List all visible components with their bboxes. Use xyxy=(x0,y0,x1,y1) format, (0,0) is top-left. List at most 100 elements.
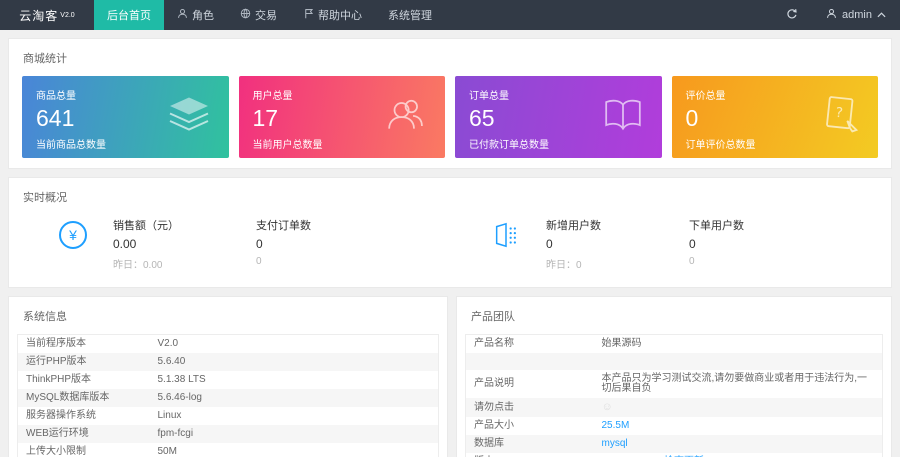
stat-label: 新增用户数 xyxy=(546,217,689,233)
section-title-product-team: 产品团队 xyxy=(471,308,883,324)
refresh-button[interactable] xyxy=(772,0,812,30)
row-label: 版本 xyxy=(466,453,594,457)
card-products-total[interactable]: 商品总量 641 当前商品总数量 xyxy=(22,76,229,158)
row-value xyxy=(594,353,883,370)
navbar-right: admin xyxy=(772,0,900,30)
row-label: 产品说明 xyxy=(466,370,594,398)
globe-icon xyxy=(240,8,251,22)
door-card-icon xyxy=(492,221,520,254)
stat-sub: 0 xyxy=(689,256,832,267)
hidden-face-icon[interactable]: ☺ xyxy=(602,401,613,413)
nav-item-system-settings[interactable]: 系统管理 xyxy=(375,0,445,30)
card-orders-total[interactable]: 订单总量 65 已付款订单总数量 xyxy=(455,76,662,158)
edit-question-icon: ? xyxy=(818,94,862,141)
app-logo: 云淘客V2.0 xyxy=(0,0,94,30)
stat-new-users: 新增用户数 0 昨日：0 xyxy=(546,217,689,271)
card-users-total[interactable]: 用户总量 17 当前用户总数量 xyxy=(239,76,446,158)
row-label: ThinkPHP版本 xyxy=(18,371,150,389)
nav-item-roles[interactable]: 角色 xyxy=(164,0,227,30)
row-value: fpm-fcgi xyxy=(150,425,439,443)
row-label: 上传大小限制 xyxy=(18,443,150,457)
product-team-table: 产品名称始果源码 产品说明本产品只为学习测试交流,请勿要做商业或者用于违法行为,… xyxy=(465,334,883,457)
bottom-panels: 系统信息 当前程序版本V2.0 运行PHP版本5.6.40 ThinkPHP版本… xyxy=(8,296,892,457)
row-value: 5.6.40 xyxy=(150,353,439,371)
layers-icon xyxy=(165,95,213,140)
admin-user-menu[interactable]: admin xyxy=(812,0,900,30)
row-label: 运行PHP版本 xyxy=(18,353,150,371)
mall-stats-panel: 商城统计 商品总量 641 当前商品总数量 用户总量 17 当前用户总数量 订单… xyxy=(8,38,892,169)
stat-cards-row: 商品总量 641 当前商品总数量 用户总量 17 当前用户总数量 订单总量 65… xyxy=(17,76,883,158)
row-label: 产品大小 xyxy=(466,417,594,435)
system-info-panel: 系统信息 当前程序版本V2.0 运行PHP版本5.6.40 ThinkPHP版本… xyxy=(8,296,448,457)
book-icon xyxy=(600,97,646,138)
row-label: 当前程序版本 xyxy=(18,335,150,354)
row-label: MySQL数据库版本 xyxy=(18,389,150,407)
stat-label: 销售额（元） xyxy=(113,217,256,233)
table-row: 请勿点击 ☺ xyxy=(466,398,883,417)
stat-value: 0 xyxy=(546,237,689,251)
user-icon xyxy=(826,8,837,22)
nav-item-label: 交易 xyxy=(255,7,277,23)
stat-value: 0.00 xyxy=(113,237,256,251)
section-title-mall-stats: 商城统计 xyxy=(23,50,883,66)
row-value: 本产品只为学习测试交流,请勿要做商业或者用于违法行为,一切后果自负 xyxy=(594,370,883,398)
app-version: V2.0 xyxy=(60,12,74,19)
table-row-empty xyxy=(466,353,883,370)
section-title-system-info: 系统信息 xyxy=(23,308,439,324)
user-icon xyxy=(177,8,188,22)
stat-paid-orders: 支付订单数 0 0 xyxy=(256,217,399,267)
row-label: 数据库 xyxy=(466,435,594,453)
stat-sub: 昨日：0.00 xyxy=(113,256,256,271)
table-row: 产品说明本产品只为学习测试交流,请勿要做商业或者用于违法行为,一切后果自负 xyxy=(466,370,883,398)
nav-item-help-center[interactable]: 帮助中心 xyxy=(290,0,375,30)
table-row: 上传大小限制50M xyxy=(18,443,439,457)
product-size-link[interactable]: 25.5M xyxy=(602,420,630,431)
nav-item-label: 后台首页 xyxy=(107,7,151,23)
flag-icon xyxy=(303,8,314,22)
stat-ordering-users: 下单用户数 0 0 xyxy=(689,217,832,267)
row-label: 服务器操作系统 xyxy=(18,407,150,425)
row-value: Linux xyxy=(150,407,439,425)
realtime-panel: 实时概况 ¥ 销售额（元） 0.00 昨日：0.00 支付订单数 0 0 新增用… xyxy=(8,177,892,288)
stat-label: 下单用户数 xyxy=(689,217,832,233)
card-reviews-total[interactable]: 评价总量 0 订单评价总数量 ? xyxy=(672,76,879,158)
row-label: 请勿点击 xyxy=(466,398,594,417)
row-value: 5.1.38 LTS xyxy=(150,371,439,389)
table-row: 服务器操作系统Linux xyxy=(18,407,439,425)
table-row: 运行PHP版本5.6.40 xyxy=(18,353,439,371)
table-row: 数据库 mysql xyxy=(466,435,883,453)
product-team-panel: 产品团队 产品名称始果源码 产品说明本产品只为学习测试交流,请勿要做商业或者用于… xyxy=(456,296,892,457)
system-info-table: 当前程序版本V2.0 运行PHP版本5.6.40 ThinkPHP版本5.1.3… xyxy=(17,334,439,457)
top-navbar: 云淘客V2.0 后台首页 角色 交易 帮助中心 系统管理 admin xyxy=(0,0,900,30)
realtime-group-users: 新增用户数 0 昨日：0 下单用户数 0 0 xyxy=(450,217,883,271)
table-row: 版本20100106检查更新 xyxy=(466,453,883,457)
app-logo-text: 云淘客 xyxy=(19,7,58,24)
realtime-row: ¥ 销售额（元） 0.00 昨日：0.00 支付订单数 0 0 新增用户数 0 … xyxy=(17,215,883,277)
users-icon xyxy=(383,96,429,139)
nav-item-label: 角色 xyxy=(192,7,214,23)
yen-circle-icon: ¥ xyxy=(59,221,87,249)
svg-text:?: ? xyxy=(835,105,844,122)
realtime-group-sales: ¥ 销售额（元） 0.00 昨日：0.00 支付订单数 0 0 xyxy=(17,217,450,271)
chevron-up-icon xyxy=(877,9,886,21)
table-row: 当前程序版本V2.0 xyxy=(18,335,439,354)
nav-item-home[interactable]: 后台首页 xyxy=(94,0,164,30)
nav-item-trade[interactable]: 交易 xyxy=(227,0,290,30)
card-sublabel: 已付款订单总数量 xyxy=(469,136,648,151)
stat-value: 0 xyxy=(689,237,832,251)
table-row: ThinkPHP版本5.1.38 LTS xyxy=(18,371,439,389)
stat-sales-amount: 销售额（元） 0.00 昨日：0.00 xyxy=(113,217,256,271)
section-title-realtime: 实时概况 xyxy=(23,189,883,205)
database-link[interactable]: mysql xyxy=(602,438,628,449)
table-row: MySQL数据库版本5.6.46-log xyxy=(18,389,439,407)
admin-username: admin xyxy=(842,9,872,21)
row-value: 始果源码 xyxy=(594,335,883,354)
stat-label: 支付订单数 xyxy=(256,217,399,233)
row-value: 5.6.46-log xyxy=(150,389,439,407)
stat-value: 0 xyxy=(256,237,399,251)
row-value: 50M xyxy=(150,443,439,457)
row-label: 产品名称 xyxy=(466,335,594,354)
row-label xyxy=(466,353,594,370)
table-row: WEB运行环境fpm-fcgi xyxy=(18,425,439,443)
table-row: 产品名称始果源码 xyxy=(466,335,883,354)
